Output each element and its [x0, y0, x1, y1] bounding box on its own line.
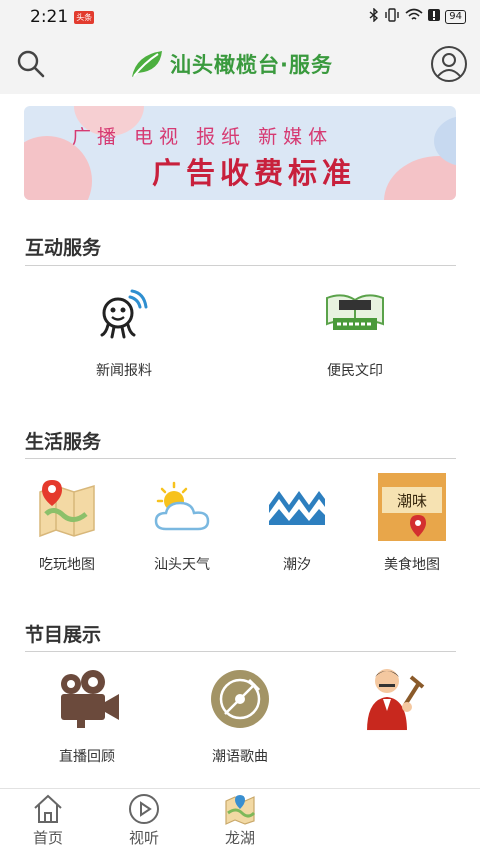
notification-badge: 头条 [74, 10, 95, 24]
user-avatar-icon [431, 46, 467, 82]
service-gourmet-map[interactable]: 潮味 美食地图 [372, 472, 452, 574]
svg-text:潮味: 潮味 [397, 492, 427, 510]
battery-icon: 94 [445, 10, 466, 24]
banner-decoration [384, 156, 456, 200]
alert-icon [428, 8, 441, 26]
map-icon [225, 795, 256, 825]
service-label: 吃玩地图 [39, 557, 95, 573]
app-header: 汕头橄榄台·服务 [0, 34, 480, 94]
service-tide[interactable]: 潮汐 [257, 472, 337, 574]
program-chaozhou-songs[interactable]: 潮语歌曲 [200, 664, 280, 766]
header-title: 汕头橄榄台·服务 [130, 48, 333, 80]
tide-icon [262, 472, 332, 542]
program-label: 直播回顾 [59, 749, 115, 765]
section-divider [25, 265, 456, 266]
storyteller-icon [356, 664, 426, 734]
program-live-replay[interactable]: 直播回顾 [47, 664, 127, 766]
gourmet-map-icon: 潮味 [377, 472, 447, 542]
nav-label: 龙湖 [224, 829, 255, 847]
section-divider [25, 651, 456, 652]
service-label: 潮汐 [283, 557, 311, 573]
bluetooth-icon [369, 7, 379, 26]
status-icons: 94 [369, 7, 466, 26]
section-title-programs: 节目展示 [25, 624, 102, 646]
bottom-nav: 首页 视听 龙湖 [0, 788, 480, 853]
service-news-tipoff[interactable]: 新闻报料 [84, 278, 164, 380]
home-icon [34, 794, 62, 823]
weather-icon [147, 472, 217, 542]
vibrate-icon [384, 8, 400, 26]
banner-title: 广告收费标准 [152, 156, 357, 190]
print-service-icon [320, 278, 390, 348]
page-title: 汕头橄榄台·服务 [170, 53, 333, 77]
search-icon [17, 50, 45, 78]
food-map-icon [32, 472, 102, 542]
nav-media[interactable]: 视听 [114, 793, 174, 848]
nav-label: 视听 [128, 829, 159, 847]
service-label: 汕头天气 [154, 557, 210, 573]
olive-leaf-logo-icon [132, 51, 162, 77]
status-bar: 2:21 头条 94 [0, 0, 480, 34]
play-icon [129, 794, 159, 824]
section-divider [25, 458, 456, 459]
ad-rates-banner[interactable]: 广播 电视 报纸 新媒体 广告收费标准 [24, 106, 456, 200]
service-print[interactable]: 便民文印 [315, 278, 395, 380]
service-weather[interactable]: 汕头天气 [142, 472, 222, 574]
vinyl-record-icon [205, 664, 275, 734]
news-tipoff-icon [89, 278, 159, 348]
wifi-icon [405, 8, 423, 26]
search-button[interactable] [14, 47, 48, 81]
nav-label: 首页 [32, 829, 63, 847]
service-label: 便民文印 [327, 363, 383, 379]
banner-subtitle: 广播 电视 报纸 新媒体 [72, 126, 334, 148]
program-label: 潮语歌曲 [212, 749, 268, 765]
service-food-map[interactable]: 吃玩地图 [27, 472, 107, 574]
service-label: 新闻报料 [96, 363, 152, 379]
nav-longhu[interactable]: 龙湖 [210, 793, 270, 848]
user-profile-button[interactable] [430, 45, 468, 83]
video-camera-icon [52, 664, 122, 734]
service-label: 美食地图 [384, 557, 440, 573]
section-title-life: 生活服务 [25, 431, 102, 453]
nav-home[interactable]: 首页 [18, 793, 78, 848]
section-title-interactive: 互动服务 [25, 237, 102, 259]
status-time: 2:21 [30, 7, 69, 27]
